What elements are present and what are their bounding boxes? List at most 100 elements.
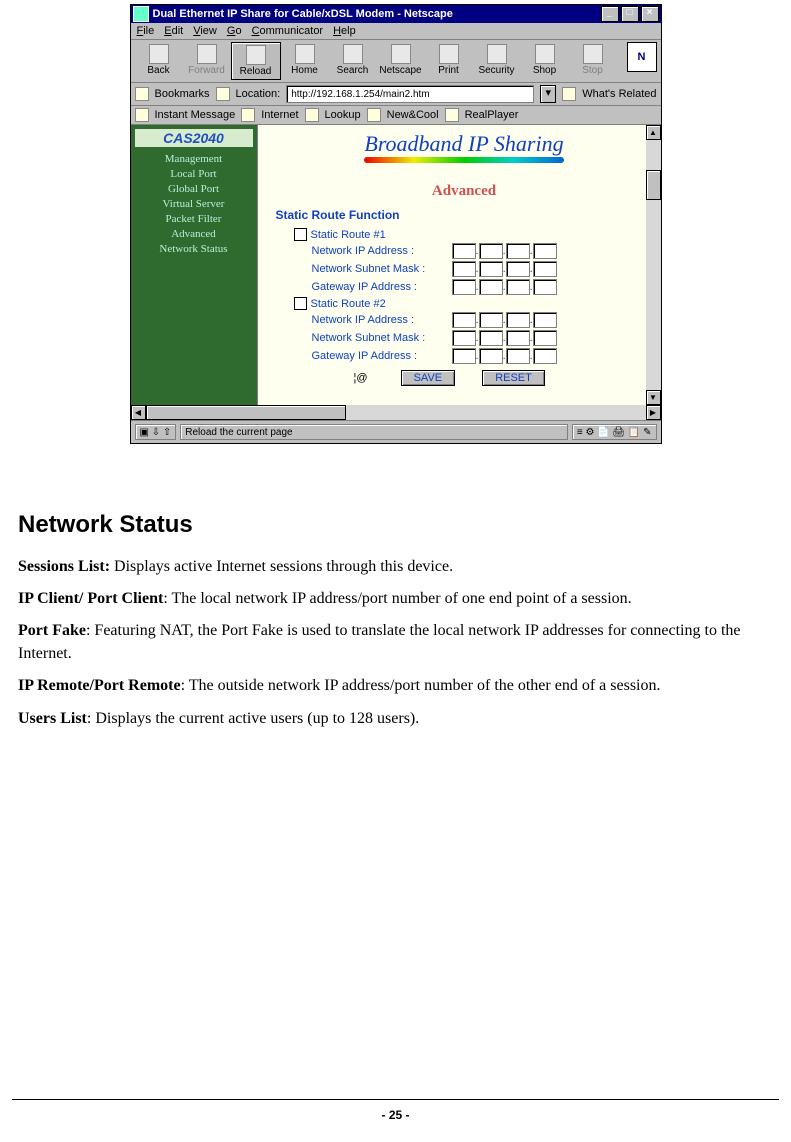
- ip-octet[interactable]: [479, 312, 503, 328]
- links-bar: Instant Message Internet Lookup New&Cool…: [131, 106, 661, 125]
- vertical-scrollbar[interactable]: ▲ ▼: [646, 125, 661, 405]
- link-internet[interactable]: Internet: [261, 109, 298, 121]
- ip-octet[interactable]: [506, 243, 530, 259]
- whats-related-icon[interactable]: [562, 87, 576, 101]
- status-bar: ▣ ⇩ ⇧ Reload the current page ≡ ⚙ 📄 🖨 📋 …: [131, 420, 661, 443]
- route-2-checkbox[interactable]: [294, 297, 307, 310]
- netscape-button[interactable]: Netscape: [377, 42, 425, 78]
- toolbar: Back Forward Reload Home Search Netscape…: [131, 40, 661, 83]
- route-1-checkbox[interactable]: [294, 228, 307, 241]
- menu-go[interactable]: Go: [227, 25, 242, 37]
- realplayer-icon[interactable]: [445, 108, 459, 122]
- menu-file[interactable]: File: [137, 25, 155, 37]
- lookup-icon[interactable]: [305, 108, 319, 122]
- location-dropdown[interactable]: ▾: [540, 85, 556, 103]
- whats-related-label[interactable]: What's Related: [582, 88, 656, 100]
- scroll-up-button[interactable]: ▲: [646, 125, 661, 140]
- section-title: Static Route Function: [276, 208, 653, 222]
- search-button[interactable]: Search: [329, 42, 377, 78]
- close-button[interactable]: ×: [641, 6, 659, 22]
- back-button[interactable]: Back: [135, 42, 183, 78]
- bookmarks-icon[interactable]: [135, 87, 149, 101]
- menu-view[interactable]: View: [193, 25, 217, 37]
- reset-button[interactable]: RESET: [482, 370, 545, 386]
- route-1-label: Static Route #1: [311, 229, 386, 241]
- forward-button[interactable]: Forward: [183, 42, 231, 78]
- link-realplayer[interactable]: RealPlayer: [465, 109, 519, 121]
- ip-octet[interactable]: [452, 348, 476, 364]
- sidebar-item-local-port[interactable]: Local Port: [135, 168, 253, 180]
- page-brand: Broadband IP Sharing: [276, 131, 653, 163]
- menubar: File Edit View Go Communicator Help: [131, 23, 661, 40]
- ip-octet[interactable]: [533, 279, 557, 295]
- ip-octet[interactable]: [452, 261, 476, 277]
- ip-octet[interactable]: [452, 243, 476, 259]
- scroll-right-button[interactable]: ▶: [646, 405, 661, 420]
- ip-octet[interactable]: [533, 312, 557, 328]
- menu-help[interactable]: Help: [333, 25, 356, 37]
- security-button[interactable]: Security: [473, 42, 521, 78]
- minimize-button[interactable]: _: [601, 6, 619, 22]
- route-2-mask-label: Network Subnet Mask :: [294, 332, 452, 344]
- titlebar: Dual Ethernet IP Share for Cable/xDSL Mo…: [131, 5, 661, 23]
- location-bar: Bookmarks Location: http://192.168.1.254…: [131, 83, 661, 106]
- browser-window: Dual Ethernet IP Share for Cable/xDSL Mo…: [130, 4, 662, 444]
- scroll-track[interactable]: [146, 405, 646, 420]
- app-icon: [133, 6, 149, 22]
- link-newcool[interactable]: New&Cool: [387, 109, 439, 121]
- sidebar-item-global-port[interactable]: Global Port: [135, 183, 253, 195]
- ip-octet[interactable]: [479, 279, 503, 295]
- scroll-down-button[interactable]: ▼: [646, 390, 661, 405]
- ip-octet[interactable]: [533, 348, 557, 364]
- ip-octet[interactable]: [452, 330, 476, 346]
- menu-communicator[interactable]: Communicator: [252, 25, 324, 37]
- menu-edit[interactable]: Edit: [164, 25, 183, 37]
- stop-button[interactable]: Stop: [569, 42, 617, 78]
- link-instant-message[interactable]: Instant Message: [155, 109, 236, 121]
- ip-octet[interactable]: [533, 261, 557, 277]
- route-1-ip-label: Network IP Address :: [294, 245, 452, 257]
- scroll-thumb[interactable]: [146, 405, 346, 420]
- instant-message-icon[interactable]: [135, 108, 149, 122]
- ip-octet[interactable]: [506, 312, 530, 328]
- scroll-track[interactable]: [646, 140, 661, 390]
- sidebar-item-advanced[interactable]: Advanced: [135, 228, 253, 240]
- link-lookup[interactable]: Lookup: [325, 109, 361, 121]
- shop-button[interactable]: Shop: [521, 42, 569, 78]
- route-1-gw-label: Gateway IP Address :: [294, 281, 452, 293]
- scroll-left-button[interactable]: ◀: [131, 405, 146, 420]
- ip-octet[interactable]: [452, 312, 476, 328]
- ip-octet[interactable]: [533, 330, 557, 346]
- page-number: - 25 -: [0, 1108, 791, 1122]
- maximize-button[interactable]: □: [621, 6, 639, 22]
- ip-octet[interactable]: [506, 330, 530, 346]
- status-pane-left: ▣ ⇩ ⇧: [135, 424, 177, 440]
- ip-octet[interactable]: [479, 348, 503, 364]
- internet-icon[interactable]: [241, 108, 255, 122]
- ip-octet[interactable]: [533, 243, 557, 259]
- scroll-thumb[interactable]: [646, 170, 661, 200]
- reload-button[interactable]: Reload: [231, 42, 281, 80]
- ip-octet[interactable]: [479, 261, 503, 277]
- sidebar-item-network-status[interactable]: Network Status: [135, 243, 253, 255]
- sidebar-item-packet-filter[interactable]: Packet Filter: [135, 213, 253, 225]
- ip-octet[interactable]: [452, 279, 476, 295]
- location-input[interactable]: http://192.168.1.254/main2.htm: [286, 85, 534, 103]
- print-button[interactable]: Print: [425, 42, 473, 78]
- page-heading: Advanced: [276, 183, 653, 200]
- home-button[interactable]: Home: [281, 42, 329, 78]
- bookmarks-label[interactable]: Bookmarks: [155, 88, 210, 100]
- swoosh-icon: [364, 157, 564, 163]
- ip-octet[interactable]: [506, 279, 530, 295]
- ip-octet[interactable]: [506, 261, 530, 277]
- ip-octet[interactable]: [479, 243, 503, 259]
- sidebar-item-management[interactable]: Management: [135, 153, 253, 165]
- ip-client-line: IP Client/ Port Client: The local networ…: [18, 588, 773, 610]
- newcool-icon[interactable]: [367, 108, 381, 122]
- ip-octet[interactable]: [506, 348, 530, 364]
- sidebar-item-virtual-server[interactable]: Virtual Server: [135, 198, 253, 210]
- sidebar: CAS2040 Management Local Port Global Por…: [131, 125, 257, 405]
- horizontal-scrollbar[interactable]: ◀ ▶: [131, 405, 661, 420]
- ip-octet[interactable]: [479, 330, 503, 346]
- save-button[interactable]: SAVE: [401, 370, 456, 386]
